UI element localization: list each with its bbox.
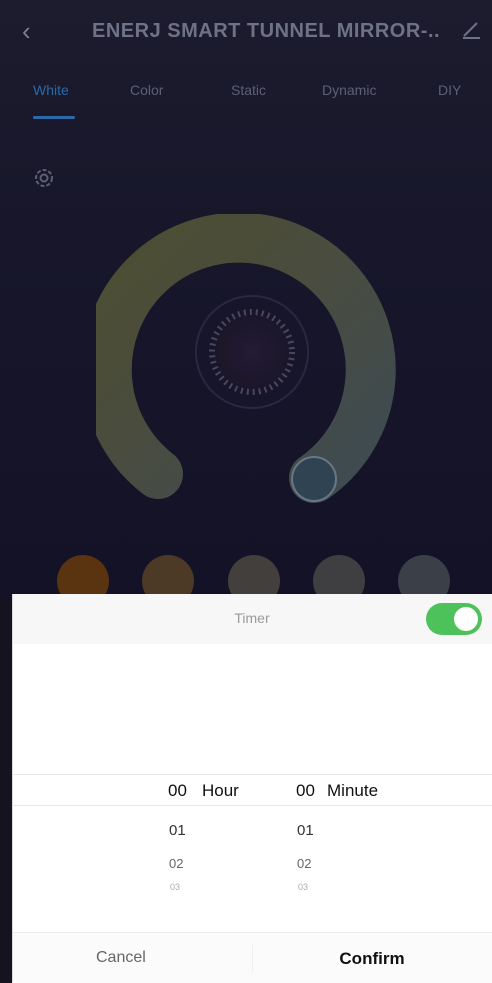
confirm-button[interactable]: Confirm [252, 949, 492, 969]
picker-selection-row: 00 Hour 00 Minute [12, 774, 492, 806]
toggle-knob [454, 607, 478, 631]
hour-option[interactable]: 03 [170, 882, 180, 892]
minute-option[interactable]: 02 [297, 856, 311, 871]
timer-footer: Cancel Confirm [12, 932, 492, 983]
tab-color[interactable]: Color [130, 82, 163, 98]
color-temperature-wheel[interactable] [96, 214, 408, 514]
hour-option[interactable]: 02 [169, 856, 183, 871]
minute-option[interactable]: 01 [297, 822, 314, 839]
minute-unit: Minute [327, 781, 379, 800]
timer-toggle[interactable] [426, 603, 482, 635]
timer-header: Timer [12, 594, 492, 644]
app-background: ‹ ENERJ SMART TUNNEL MIRROR-.. White Col… [0, 0, 492, 607]
cancel-button[interactable]: Cancel [52, 949, 252, 967]
minute-value[interactable]: 00 [296, 781, 315, 801]
pencil-icon[interactable] [460, 18, 482, 40]
mode-tabs: White Color Static Dynamic DIY [0, 82, 492, 122]
minute-option[interactable]: 03 [298, 882, 308, 892]
tab-active-indicator [33, 116, 75, 119]
hour-unit: Hour [202, 781, 239, 800]
tab-white[interactable]: White [33, 82, 69, 98]
tab-static[interactable]: Static [231, 82, 266, 98]
timer-sheet: Timer 00 Hour 00 Minute 01 02 03 01 02 0… [12, 594, 492, 983]
gear-icon[interactable] [31, 165, 57, 191]
chevron-left-icon[interactable]: ‹ [22, 18, 31, 44]
tab-diy[interactable]: DIY [438, 82, 461, 98]
hour-value[interactable]: 00 [168, 781, 187, 801]
app-header: ‹ ENERJ SMART TUNNEL MIRROR-.. [0, 0, 492, 64]
hour-option[interactable]: 01 [169, 822, 186, 839]
page-title: ENERJ SMART TUNNEL MIRROR-.. [92, 20, 441, 42]
timer-label: Timer [234, 610, 270, 626]
tab-dynamic[interactable]: Dynamic [322, 82, 376, 98]
sheet-edge [12, 594, 13, 982]
